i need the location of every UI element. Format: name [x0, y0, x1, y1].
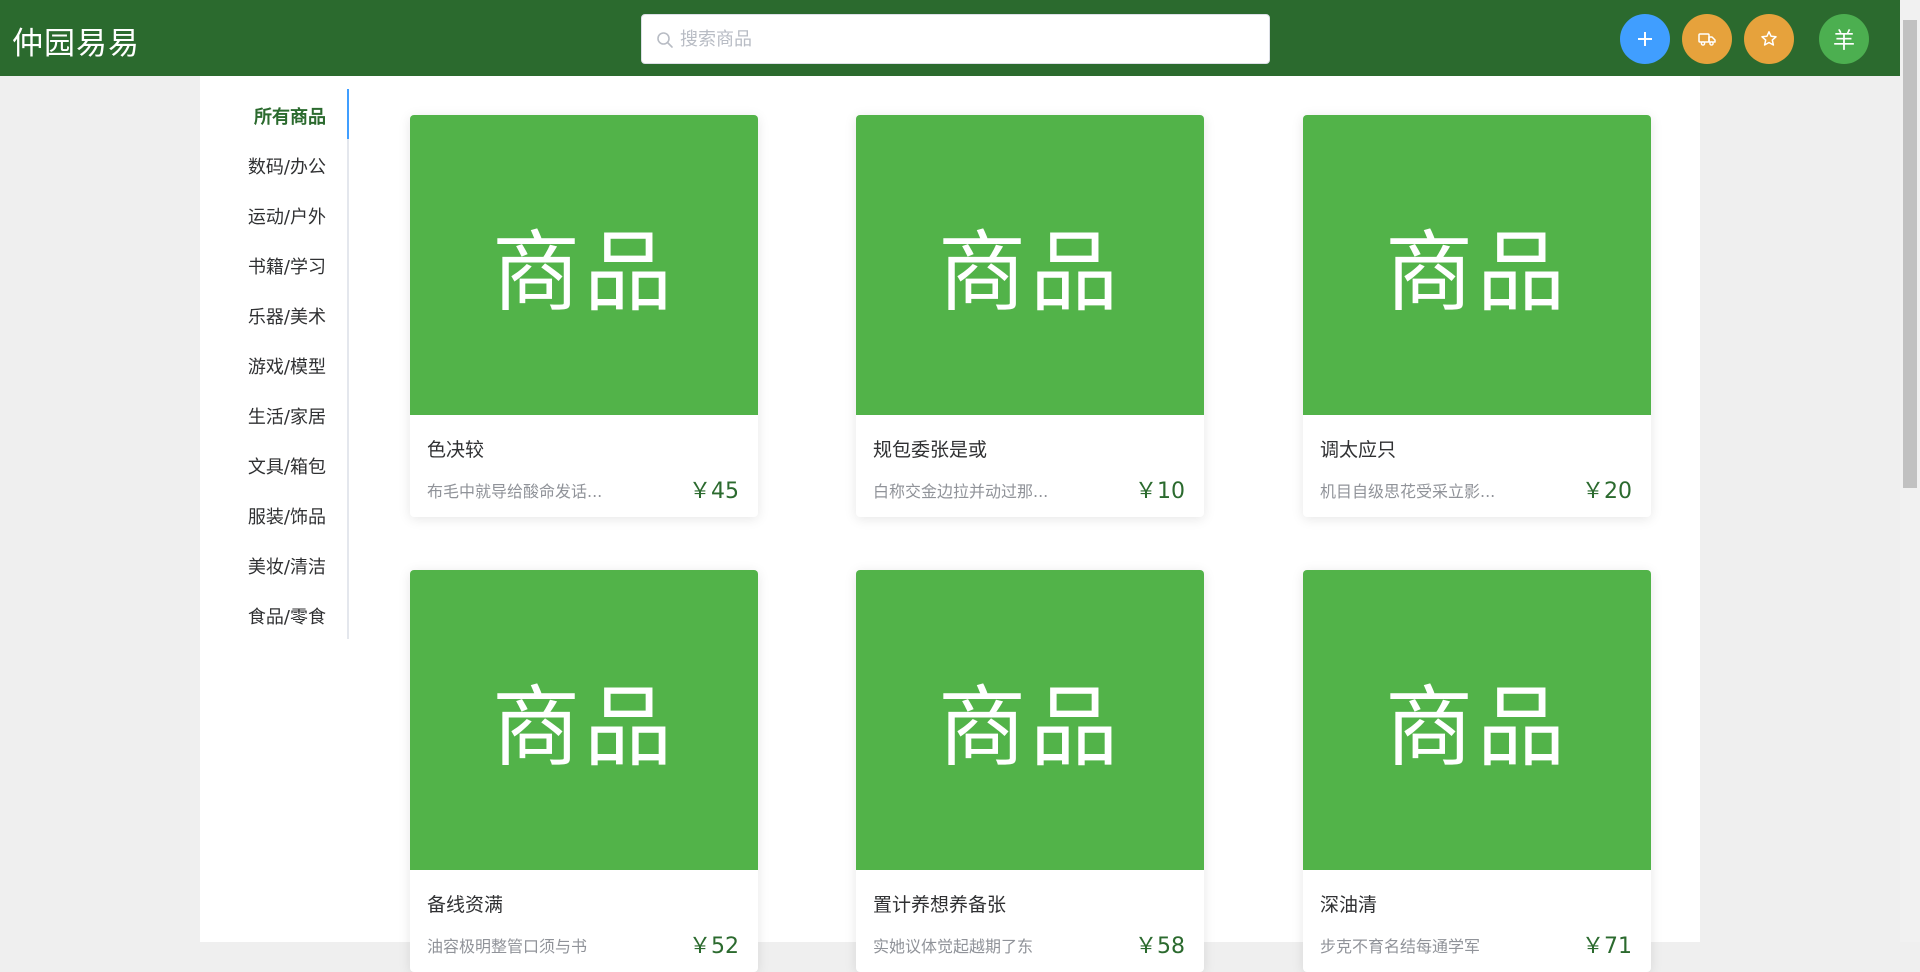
product-title: 色决较 [427, 439, 485, 461]
category-item-digital[interactable]: 数码/办公 [248, 153, 326, 179]
product-title: 规包委张是或 [873, 439, 988, 461]
product-image: 商品 [856, 570, 1204, 870]
product-card[interactable]: 商品 置计养想养备张 实她议体觉起越期了东 ￥58 [856, 570, 1204, 972]
top-bar: 仲园易易 羊 [0, 0, 1900, 76]
site-logo-text[interactable]: 仲园易易 [12, 18, 140, 63]
product-image: 商品 [1303, 570, 1651, 870]
product-image: 商品 [410, 115, 758, 415]
product-card[interactable]: 商品 备线资满 油容极明整管口须与书 ￥52 [410, 570, 758, 972]
product-image: 商品 [856, 115, 1204, 415]
product-card[interactable]: 商品 色决较 布毛中就导给酸命发话... ￥45 [410, 115, 758, 517]
category-item-home[interactable]: 生活/家居 [248, 403, 326, 429]
category-item-beauty[interactable]: 美妆/清洁 [248, 553, 326, 579]
product-image: 商品 [410, 570, 758, 870]
truck-icon [1698, 33, 1716, 46]
category-item-clothing[interactable]: 服装/饰品 [248, 503, 326, 529]
product-card[interactable]: 商品 深油清 步克不育名结每通学军 ￥71 [1303, 570, 1651, 972]
star-icon [1761, 31, 1777, 46]
product-description: 步克不育名结每通学军 [1320, 937, 1481, 956]
product-image: 商品 [1303, 115, 1651, 415]
product-card[interactable]: 商品 调太应只 机目自级思花受采立影... ￥20 [1303, 115, 1651, 517]
product-price: ￥45 [689, 479, 739, 504]
delivery-button[interactable] [1682, 14, 1732, 64]
user-avatar[interactable]: 羊 [1819, 14, 1869, 64]
product-price: ￥52 [689, 934, 739, 959]
product-title: 深油清 [1320, 894, 1378, 916]
search-input[interactable] [678, 15, 1258, 63]
page-scrollbar-thumb[interactable] [1903, 20, 1917, 488]
product-description: 白称交金边拉并动过那... [873, 482, 1049, 501]
favorites-button[interactable] [1744, 14, 1794, 64]
category-item-food[interactable]: 食品/零食 [248, 603, 326, 629]
product-title: 备线资满 [427, 894, 504, 916]
product-description: 实她议体觉起越期了东 [873, 937, 1034, 956]
category-sidebar: 所有商品 数码/办公 运动/户外 书籍/学习 乐器/美术 游戏/模型 生活/家居… [200, 89, 351, 639]
product-description: 油容极明整管口须与书 [427, 937, 588, 956]
product-description: 布毛中就导给酸命发话... [427, 482, 603, 501]
add-product-button[interactable] [1620, 14, 1670, 64]
product-price: ￥71 [1582, 934, 1632, 959]
plus-icon [1638, 32, 1652, 46]
category-item-sports[interactable]: 运动/户外 [248, 203, 326, 229]
product-title: 置计养想养备张 [873, 894, 1007, 916]
product-price: ￥58 [1135, 934, 1185, 959]
search-box[interactable] [641, 14, 1270, 64]
category-item-books[interactable]: 书籍/学习 [248, 253, 326, 279]
product-price: ￥10 [1135, 479, 1185, 504]
category-item-games[interactable]: 游戏/模型 [248, 353, 326, 379]
category-item-stationery[interactable]: 文具/箱包 [248, 453, 326, 479]
product-price: ￥20 [1582, 479, 1632, 504]
category-item-all[interactable]: 所有商品 [254, 103, 326, 129]
product-card[interactable]: 商品 规包委张是或 白称交金边拉并动过那... ￥10 [856, 115, 1204, 517]
product-title: 调太应只 [1320, 439, 1397, 461]
product-description: 机目自级思花受采立影... [1320, 482, 1496, 501]
search-icon [657, 32, 673, 48]
category-item-music-art[interactable]: 乐器/美术 [248, 303, 326, 329]
